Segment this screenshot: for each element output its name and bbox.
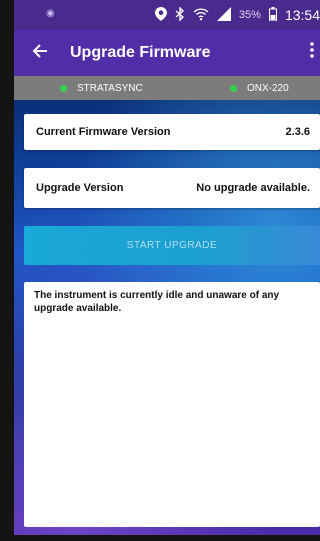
- upgrade-version-label: Upgrade Version: [36, 182, 124, 194]
- connection-label: STRATASYNC: [77, 82, 143, 94]
- clock: 13:54: [284, 7, 320, 23]
- wifi-icon: [193, 7, 209, 24]
- battery-percent: 35%: [238, 9, 261, 21]
- status-icons: 35% 13:54: [154, 0, 320, 30]
- connection-bar: STRATASYNC ONX-220: [14, 76, 320, 100]
- connection-instrument: ONX-220: [230, 83, 289, 94]
- status-message-box: The instrument is currently idle and una…: [24, 282, 320, 527]
- connected-status-dot: [230, 84, 237, 92]
- bluetooth-icon: [175, 5, 185, 24]
- battery-icon: [268, 6, 277, 24]
- page-title: Upgrade Firmware: [70, 44, 211, 61]
- status-message: The instrument is currently idle and una…: [34, 290, 280, 314]
- location-icon: [154, 6, 167, 24]
- back-arrow-icon[interactable]: [20, 42, 60, 65]
- upgrade-version-card: Upgrade Version No upgrade available.: [24, 168, 320, 208]
- connected-status-dot: [60, 84, 67, 92]
- upgrade-version-value: No upgrade available.: [196, 182, 310, 194]
- more-vert-icon[interactable]: [310, 41, 314, 62]
- connection-stratasync: STRATASYNC: [60, 83, 143, 94]
- app-bar: Upgrade Firmware: [14, 30, 320, 76]
- current-firmware-label: Current Firmware Version: [36, 126, 171, 138]
- start-upgrade-button[interactable]: START UPGRADE: [24, 226, 320, 265]
- signal-icon: [216, 6, 231, 24]
- phone-screen: ◉ 35% 13:54 Upgrade Firmware STRATASYNC …: [0, 0, 320, 541]
- current-firmware-value: 2.3.6: [285, 126, 310, 138]
- connection-label: ONX-220: [247, 82, 289, 94]
- notification-icon: ◉: [46, 8, 55, 19]
- status-bar: ◉ 35% 13:54: [14, 0, 320, 30]
- current-firmware-card: Current Firmware Version 2.3.6: [24, 114, 320, 150]
